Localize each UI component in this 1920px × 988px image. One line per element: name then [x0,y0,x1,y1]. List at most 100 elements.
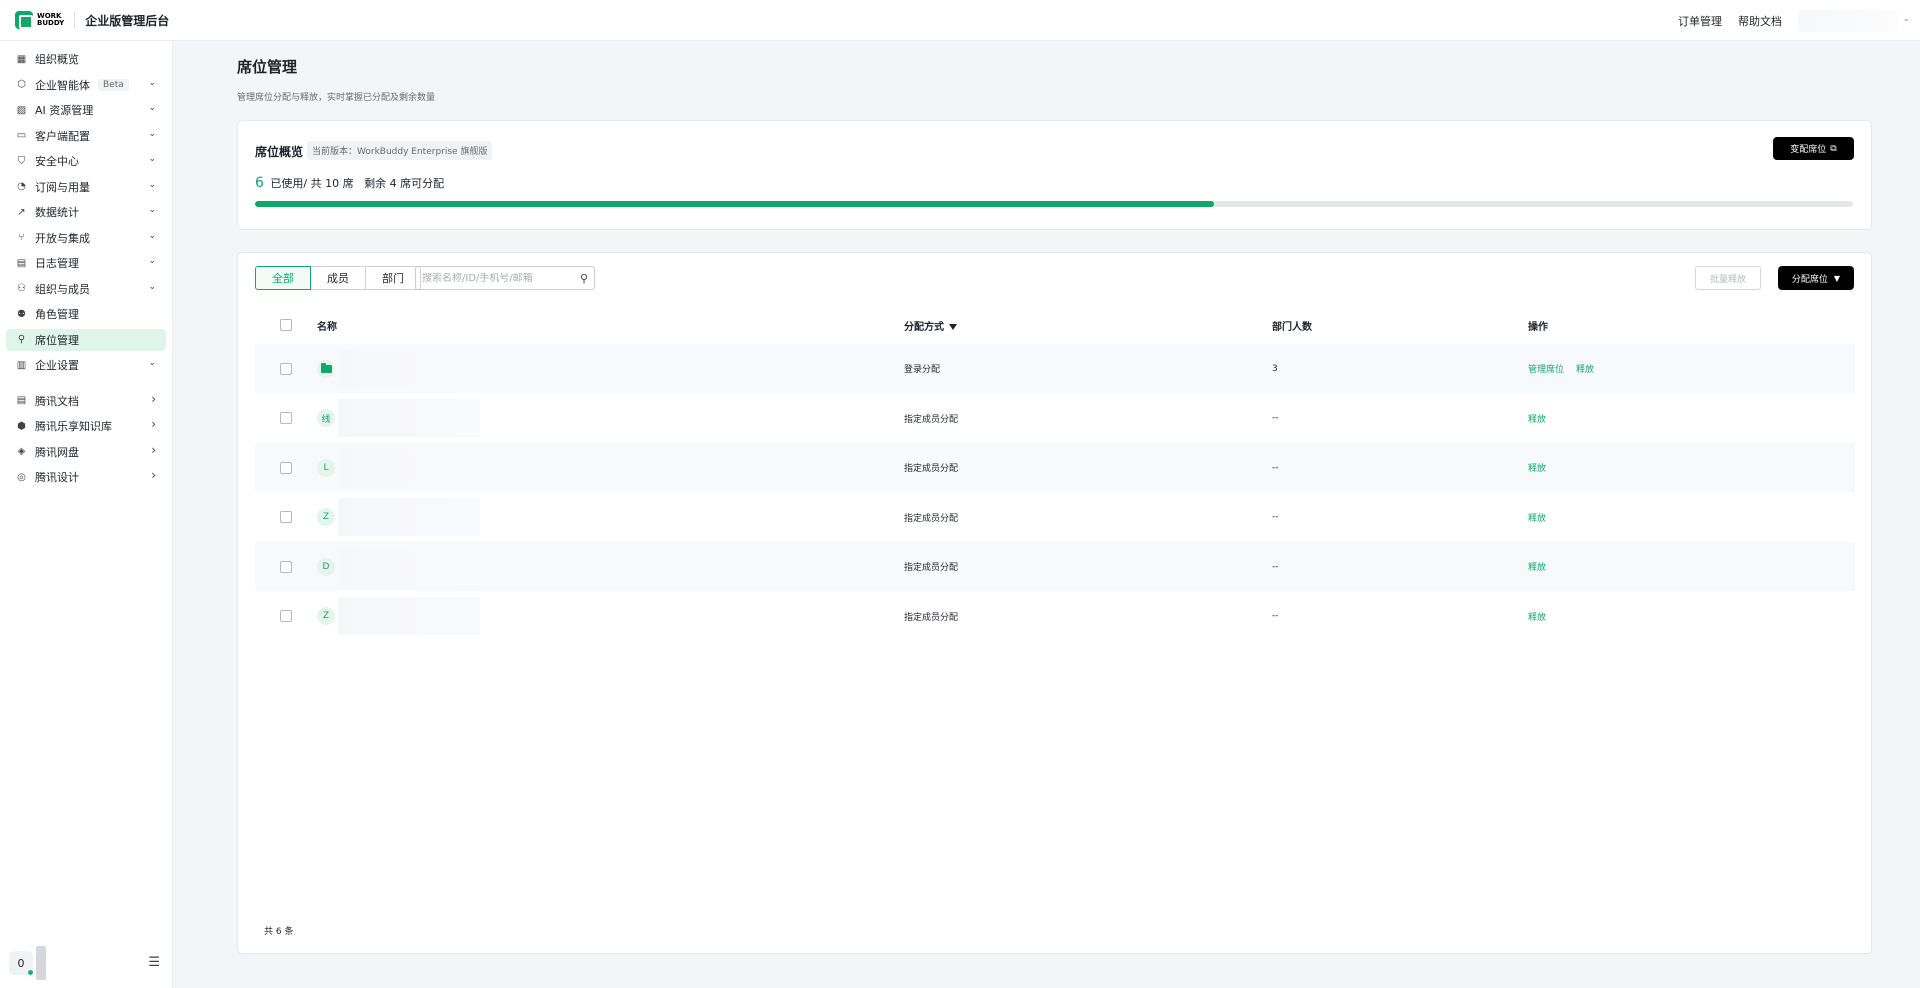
row-checkbox[interactable] [280,511,292,523]
seat-overview-card: 席位概览 当前版本：WorkBuddy Enterprise 旗舰版 6 已使用… [237,120,1872,230]
row-mode: 指定成员分配 [904,612,959,623]
row-mode: 指定成员分配 [904,464,959,474]
assign-seats-label: 分配席位 [1791,274,1828,285]
release-link[interactable]: 释放 [1528,610,1546,623]
sidebar-item-label: 企业设置 [35,359,79,372]
avatar[interactable]: 0 [9,951,34,976]
chevron-down-icon: ⌄ [148,358,156,368]
row-checkbox[interactable] [280,461,292,474]
row-count: -- [1272,611,1279,621]
collapse-sidebar-icon[interactable]: ☰ [148,955,160,970]
row-count: 3 [1272,363,1278,374]
sidebar-item-label: 开放与集成 [35,231,90,245]
release-link[interactable]: 释放 [1528,560,1546,573]
tab-members[interactable]: 成员 [310,266,366,290]
avatar: Z [317,607,335,625]
chevron-down-icon: ⌄ [148,281,156,292]
sidebar-item-items-11[interactable]: ⚲ 席位管理 [6,328,166,351]
sidebar-item-items-0[interactable]: ▦ 组织概览 [6,48,166,70]
doc-icon: ▤ [16,395,27,406]
order-management-link[interactable]: 订单管理 [1678,13,1722,29]
table-row: 登录分配 3 管理席位 释放 [255,344,1855,393]
tab-all[interactable]: 全部 [255,266,311,290]
avatar: L [317,458,335,477]
row-checkbox[interactable] [280,610,292,622]
release-link[interactable]: 释放 [1528,412,1546,425]
sidebar-item-items-12[interactable]: ▥ 企业设置 ⌄ [6,354,166,376]
external-link-icon: ⧉ [1830,143,1837,154]
sidebar-item-items-3[interactable]: ▭ 客户端配置 ⌄ [6,125,166,147]
sidebar-item-items-6[interactable]: ↗ 数据统计 ⌄ [6,201,166,223]
caret-down-icon: ▼ [1833,273,1841,283]
sidebar-item-label: 组织概览 [35,53,79,66]
integration-icon: ⑂ [18,232,25,243]
shield-icon: ⛉ [17,155,26,167]
used-count: 6 [255,175,264,191]
sidebar-item-external-2[interactable]: ◈ 腾讯网盘 › [6,441,166,463]
chevron-down-icon: ⌄ [148,205,156,215]
sidebar-item-items-9[interactable]: ⚇ 组织与成员 ⌄ [6,278,166,300]
sidebar-item-items-7[interactable]: ⑂ 开放与集成 ⌄ [6,227,166,249]
sidebar-item-label: 客户端配置 [35,129,90,143]
tab-departments[interactable]: 部门 [365,266,421,290]
row-name: Z [317,597,480,635]
sidebar-item-external-0[interactable]: ▤ 腾讯文档 › [6,390,166,412]
help-docs-link[interactable]: 帮助文档 [1738,13,1782,29]
release-link[interactable]: 释放 [1576,362,1594,375]
department-folder-icon [317,359,335,378]
table-header: 名称 分配方式 部门人数 操作 [255,307,1855,343]
row-mode: 指定成员分配 [904,414,959,425]
sidebar-item-items-4[interactable]: ⛉ 安全中心 ⌄ [6,150,166,172]
assign-seats-button[interactable]: 分配席位 ▼ [1778,266,1854,290]
change-seats-button[interactable]: 变配席位 ⧉ [1773,137,1854,160]
seat-stats: 6 已使用/ 共 10 席 剩余 4 席可分配 [255,175,444,191]
chevron-down-icon: ⌄ [148,154,156,164]
table-row: 线 指定成员分配 -- 释放 [255,394,1855,443]
row-checkbox[interactable] [280,362,292,375]
name-redacted [338,498,480,536]
chevron-down-icon: ⌄ [148,179,156,190]
sidebar-item-items-8[interactable]: ▤ 日志管理 ⌄ [6,252,166,274]
team-icon: ⚇ [17,283,26,294]
row-mode: 指定成员分配 [904,563,959,573]
row-count: -- [1272,561,1279,572]
sidebar-item-items-5[interactable]: ◔ 订阅与用量 ⌄ [6,176,166,198]
row-name: 线 [317,399,480,437]
chevron-down-icon: ⌄ [148,230,156,241]
sidebar-item-items-1[interactable]: ⬡ 企业智能体 Beta ⌄ [6,74,166,96]
change-seats-label: 变配席位 [1790,145,1827,155]
sidebar-item-label: 企业智能体 [35,78,90,92]
manage-seat-link[interactable]: 管理席位 [1528,362,1564,375]
search-icon[interactable]: ⚲ [580,272,588,285]
search-input[interactable] [422,272,572,284]
grid-icon: ▦ [16,53,27,65]
page-description: 管理席位分配与释放，实时掌握已分配及剩余数量 [237,93,436,103]
table-row: Z 指定成员分配 -- 释放 [255,493,1855,542]
sidebar-item-external-3[interactable]: ◎ 腾讯设计 › [6,466,166,488]
logo[interactable]: WORK BUDDY [15,11,64,29]
release-link[interactable]: 释放 [1528,461,1546,474]
row-name [317,349,480,388]
user-menu[interactable]: ⌄ [1798,9,1910,32]
remaining-text: 剩余 4 席可分配 [364,177,445,190]
row-actions: 释放 [1528,461,1546,474]
main-area: 席位管理 管理席位分配与释放，实时掌握已分配及剩余数量 席位概览 当前版本：Wo… [174,41,1920,988]
row-checkbox[interactable] [280,412,292,424]
sidebar-item-items-2[interactable]: ▨ AI 资源管理 ⌄ [6,99,166,121]
sidebar-nav: ▦ 组织概览 ⬡ 企业智能体 Beta ⌄ ▨ AI 资源管理 ⌄ ▭ 客户端配置 ⌄ ⛉ 安全中心 ⌄ ◔ 订… [0,41,172,488]
filter-icon[interactable] [949,323,957,330]
chart-icon: ↗ [17,206,26,218]
used-text: 已使用/ 共 10 席 [270,177,354,190]
name-redacted [338,597,480,635]
sidebar: ▦ 组织概览 ⬡ 企业智能体 Beta ⌄ ▨ AI 资源管理 ⌄ ▭ 客户端配置 ⌄ ⛉ 安全中心 ⌄ ◔ 订… [0,41,173,988]
sidebar-item-label: 席位管理 [35,333,79,347]
sidebar-item-items-10[interactable]: ⚉ 角色管理 [6,303,166,325]
select-all-checkbox[interactable] [280,319,292,331]
sidebar-item-external-1[interactable]: ⬢ 腾讯乐享知识库 › [6,415,166,437]
row-checkbox[interactable] [280,560,292,573]
table-row: D 指定成员分配 -- 释放 [255,542,1855,591]
sidebar-item-label: 订阅与用量 [35,180,90,194]
release-link[interactable]: 释放 [1528,511,1546,524]
batch-release-button[interactable]: 批量释放 [1695,266,1761,290]
header-name: 名称 [317,321,337,333]
